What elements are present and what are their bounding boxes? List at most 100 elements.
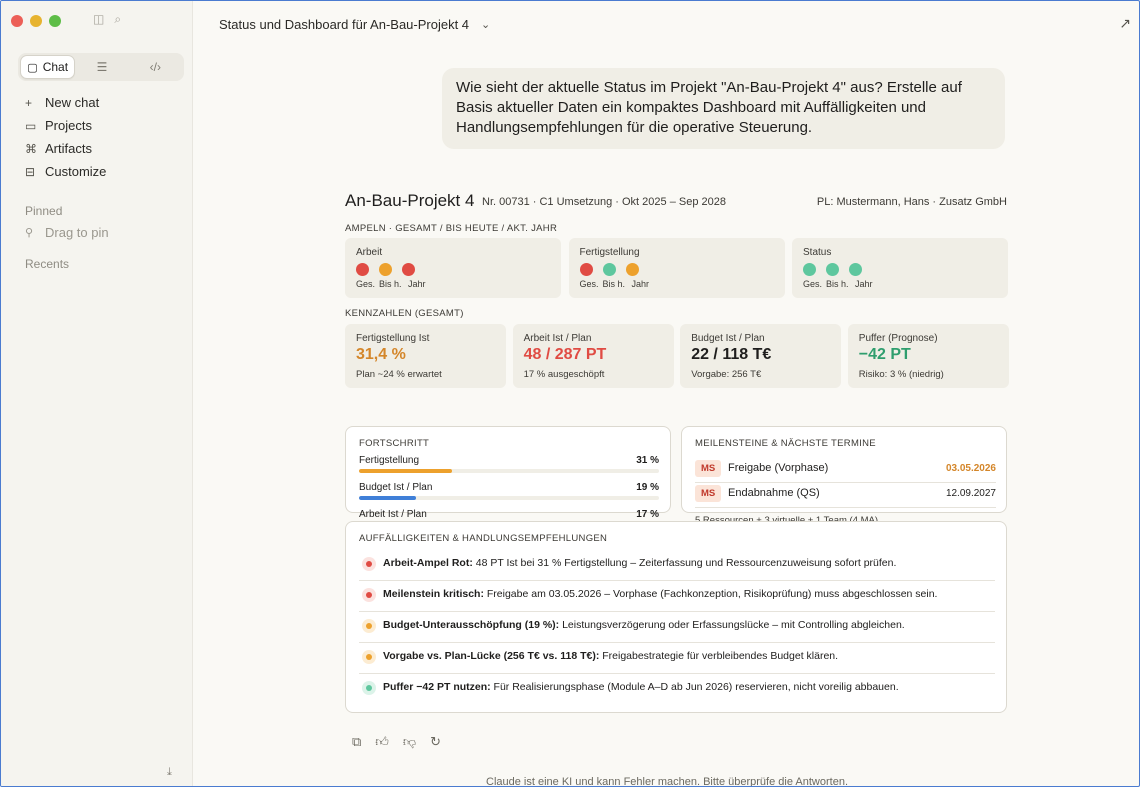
kennzahlen-label: KENNZAHLEN (GESAMT) bbox=[345, 308, 464, 319]
kennzahl-sub: Plan ~24 % erwartet bbox=[356, 369, 442, 380]
sidebar-item-projects[interactable]: ▭ Projects bbox=[25, 114, 106, 137]
tab-code[interactable]: ‹/› bbox=[129, 55, 182, 79]
user-message: Wie sieht der aktuelle Status im Projekt… bbox=[442, 68, 1005, 149]
fortschritt-panel: FORTSCHRITT Fertigstellung 31 % Budget Ist… bbox=[345, 426, 671, 527]
code-icon: ‹/› bbox=[149, 60, 161, 74]
kennzahl-label: Fertigstellung Ist bbox=[356, 333, 430, 344]
thumbs-down-icon[interactable]: 👎︎ bbox=[403, 734, 416, 750]
recommendation-bold: Vorgabe vs. Plan-Lücke (256 T€ vs. 118 T… bbox=[383, 650, 600, 662]
kennzahl-card: Fertigstellung Ist 31,4 % Plan ~24 % erwar… bbox=[345, 324, 506, 388]
project-meta: Nr. 00731 · C1 Umsetzung · Okt 2025 – Se… bbox=[482, 196, 726, 208]
sidebar-item-artifacts[interactable]: ⌘ Artifacts bbox=[25, 137, 106, 160]
recommendation-divider bbox=[359, 580, 995, 581]
meilensteine-panel: MEILENSTEINE & NÄCHSTE TERMINE MS Freigab… bbox=[681, 426, 1007, 526]
ampel-dot-labels: Ges. Bis h. Jahr bbox=[356, 279, 426, 289]
ampel-dot-labels: Ges. Bis h. Jahr bbox=[580, 279, 650, 289]
progress-track bbox=[359, 469, 659, 473]
maximize-window-button[interactable] bbox=[49, 15, 61, 27]
progress-value: 31 % bbox=[636, 455, 659, 466]
recommendation-row: Puffer −42 PT nutzen: Für Realisierungsp… bbox=[359, 675, 995, 705]
pinned-label: Pinned bbox=[25, 204, 63, 218]
milestone-row: MS Freigabe (Vorphase) 03.05.2026 bbox=[695, 458, 996, 484]
ampel-card-arbeit: Arbeit Ges. Bis h. Jahr bbox=[345, 238, 561, 298]
ampel-dot-label: Jahr bbox=[855, 279, 873, 289]
progress-label: Budget Ist / Plan bbox=[359, 482, 433, 493]
auffaelligkeiten-panel: AUFFÄLLIGKEITEN & HANDLUNGSEMPFEHLUNGEN … bbox=[345, 521, 1007, 713]
kennzahl-sub: Risiko: 3 % (niedrig) bbox=[858, 369, 944, 380]
status-dot bbox=[366, 654, 372, 660]
share-icon[interactable]: ↗ bbox=[1119, 15, 1131, 32]
ampel-dot-bish bbox=[602, 263, 616, 276]
app-window: ◫ ⌕ ▢ Chat ☰ ‹/› + New chat ▭ Projects ⌘… bbox=[0, 0, 1140, 787]
drag-to-pin-area[interactable]: ⚲ Drag to pin bbox=[25, 225, 109, 240]
sidebar-top-icons: ◫ ⌕ bbox=[93, 12, 121, 27]
thumbs-up-icon[interactable]: 👍︎ bbox=[375, 734, 389, 750]
recommendation-text: Arbeit-Ampel Rot: 48 PT Ist bei 31 % Fer… bbox=[383, 557, 896, 569]
recommendation-detail: Für Realisierungsphase (Module A–D ab Ju… bbox=[490, 681, 899, 693]
ampel-dot-label: Ges. bbox=[579, 279, 599, 289]
retry-icon[interactable]: ↻ bbox=[430, 734, 441, 750]
ampel-dot-bish bbox=[826, 263, 839, 276]
conversation-header: Status und Dashboard für An-Bau-Projekt … bbox=[193, 1, 1139, 47]
progress-fill bbox=[359, 496, 416, 500]
briefcase-icon: ⊟ bbox=[25, 164, 36, 179]
progress-label: Arbeit Ist / Plan bbox=[359, 509, 427, 520]
close-window-button[interactable] bbox=[11, 15, 23, 27]
recommendation-row: Vorgabe vs. Plan-Lücke (256 T€ vs. 118 T… bbox=[359, 644, 995, 674]
kennzahl-label: Puffer (Prognose) bbox=[858, 333, 938, 344]
ampel-dot-label: Bis h. bbox=[379, 279, 402, 289]
recommendation-bold: Arbeit-Ampel Rot: bbox=[383, 557, 473, 569]
milestone-name: Freigabe (Vorphase) bbox=[728, 462, 829, 474]
progress-value: 19 % bbox=[636, 482, 659, 493]
recommendation-row: Meilenstein kritisch: Freigabe am 03.05.… bbox=[359, 582, 995, 612]
search-icon[interactable]: ⌕ bbox=[114, 12, 121, 27]
recommendation-text: Puffer −42 PT nutzen: Für Realisierungsp… bbox=[383, 681, 899, 693]
kennzahl-label: Arbeit Ist / Plan bbox=[523, 333, 592, 344]
chevron-down-icon: ⌄ bbox=[481, 19, 491, 31]
recommendation-divider bbox=[359, 642, 995, 643]
recommendation-text: Budget-Unterausschöpfung (19 %): Leistun… bbox=[383, 619, 905, 631]
kennzahl-sub: Vorgabe: 256 T€ bbox=[691, 369, 762, 380]
folder-icon: ▭ bbox=[25, 118, 37, 133]
milestone-badge: MS bbox=[695, 460, 722, 477]
milestone-date: 03.05.2026 bbox=[945, 463, 996, 474]
recommendation-detail: Freigabestrategie für verbleibendes Budg… bbox=[599, 650, 839, 662]
window-controls bbox=[11, 15, 61, 27]
recents-label: Recents bbox=[25, 257, 70, 271]
conversation-title[interactable]: Status und Dashboard für An-Bau-Projekt … bbox=[219, 17, 490, 32]
status-dot bbox=[366, 561, 372, 567]
plus-icon: + bbox=[25, 95, 33, 110]
kennzahl-value: −42 PT bbox=[858, 346, 911, 363]
ampel-dot-ges bbox=[579, 263, 593, 276]
mode-switcher: ▢ Chat ☰ ‹/› bbox=[18, 53, 184, 81]
artifacts-icon: ⌘ bbox=[25, 141, 37, 156]
copy-icon[interactable]: ⧉ bbox=[352, 734, 361, 750]
sidebar-item-label: Artifacts bbox=[45, 141, 92, 156]
drag-to-pin-label: Drag to pin bbox=[45, 225, 109, 240]
kennzahl-value: 31,4 % bbox=[356, 346, 406, 363]
sidebar-toggle-icon[interactable]: ◫ bbox=[93, 12, 104, 27]
download-icon[interactable]: ⤓ bbox=[167, 766, 172, 779]
recommendation-row: Budget-Unterausschöpfung (19 %): Leistun… bbox=[359, 613, 995, 643]
ampel-card-fertigstellung: Fertigstellung Ges. Bis h. Jahr bbox=[568, 238, 785, 298]
recommendation-text: Meilenstein kritisch: Freigabe am 03.05.… bbox=[383, 588, 937, 600]
recommendation-row: Arbeit-Ampel Rot: 48 PT Ist bei 31 % Fer… bbox=[359, 551, 995, 581]
sidebar-menu: + New chat ▭ Projects ⌘ Artifacts ⊟ Cust… bbox=[25, 91, 106, 183]
milestone-date: 12.09.2027 bbox=[945, 488, 996, 499]
progress-value: 17 % bbox=[636, 509, 659, 520]
recommendation-detail: 48 PT Ist bei 31 % Fertigstellung – Zeit… bbox=[472, 557, 897, 569]
sidebar-item-customize[interactable]: ⊟ Customize bbox=[25, 160, 106, 183]
tab-chat[interactable]: ▢ Chat bbox=[20, 55, 76, 79]
kennzahl-label: Budget Ist / Plan bbox=[691, 333, 765, 344]
disclaimer: Claude ist eine KI und kann Fehler mache… bbox=[486, 776, 848, 787]
minimize-window-button[interactable] bbox=[30, 15, 42, 27]
tab-chat-label: Chat bbox=[42, 60, 69, 74]
ampel-dot-jahr bbox=[625, 263, 639, 276]
recommendation-bold: Puffer −42 PT nutzen: bbox=[383, 681, 491, 693]
recommendation-divider bbox=[359, 611, 995, 612]
ampel-dot-jahr bbox=[849, 263, 862, 276]
sidebar-item-new-chat[interactable]: + New chat bbox=[25, 91, 106, 114]
conversation-title-text: Status und Dashboard für An-Bau-Projekt … bbox=[219, 17, 470, 32]
tab-tasks[interactable]: ☰ bbox=[75, 55, 128, 79]
meilensteine-title: MEILENSTEINE & NÄCHSTE TERMINE bbox=[695, 438, 876, 449]
